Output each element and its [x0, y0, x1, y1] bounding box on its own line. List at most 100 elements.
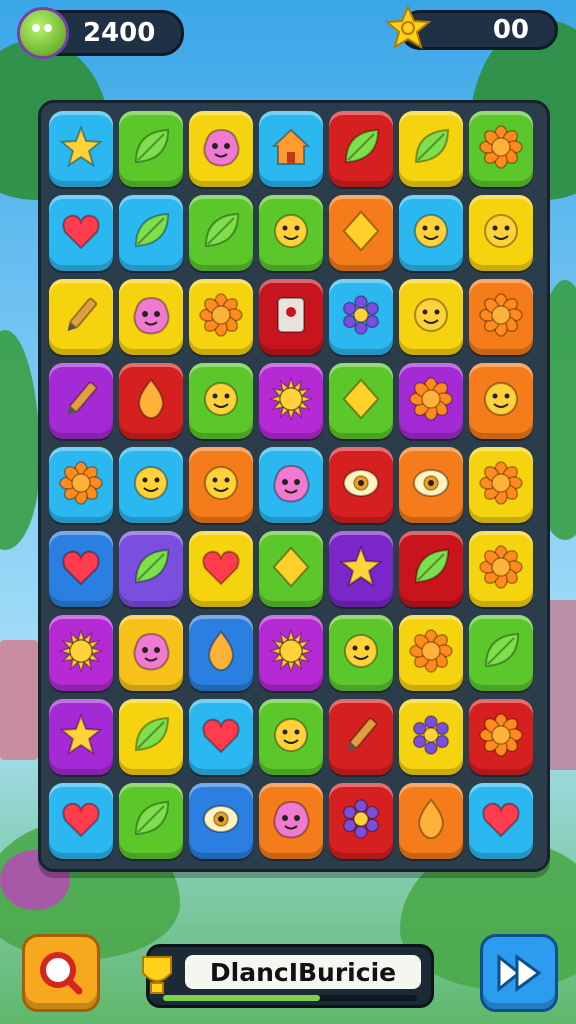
- tile-pencil[interactable]: [49, 279, 113, 355]
- tile-blob-face[interactable]: [119, 615, 183, 691]
- tile-smiley[interactable]: [399, 279, 463, 355]
- tile-drop[interactable]: [189, 615, 253, 691]
- tile-flower[interactable]: [399, 615, 463, 691]
- tile-blob-face[interactable]: [119, 279, 183, 355]
- tile-leaf[interactable]: [119, 195, 183, 271]
- drop-icon: [128, 376, 174, 426]
- frog-avatar-icon[interactable]: [17, 7, 69, 59]
- tile-grid: [49, 111, 533, 861]
- flower-icon: [58, 460, 104, 510]
- tile-leaf[interactable]: [469, 615, 533, 691]
- tile-flower[interactable]: [469, 699, 533, 775]
- tile-smiley[interactable]: [259, 699, 323, 775]
- tile-star[interactable]: [49, 111, 113, 187]
- tile-leaf[interactable]: [119, 699, 183, 775]
- tile-diamond[interactable]: [329, 195, 393, 271]
- leaf-icon: [338, 124, 384, 174]
- tile-smiley[interactable]: [399, 195, 463, 271]
- tile-leaf[interactable]: [329, 111, 393, 187]
- eye-icon: [338, 460, 384, 510]
- tile-flower[interactable]: [399, 363, 463, 439]
- sun-icon: [58, 628, 104, 678]
- tile-flower[interactable]: [189, 279, 253, 355]
- tile-eye[interactable]: [329, 447, 393, 523]
- smiley-icon: [128, 460, 174, 510]
- tile-heart[interactable]: [189, 699, 253, 775]
- tile-smiley[interactable]: [469, 363, 533, 439]
- tile-drop[interactable]: [399, 783, 463, 859]
- blob-face-icon: [268, 796, 314, 846]
- tile-leaf[interactable]: [399, 531, 463, 607]
- tile-heart[interactable]: [49, 195, 113, 271]
- tile-leaf[interactable]: [119, 783, 183, 859]
- tile-smiley[interactable]: [189, 363, 253, 439]
- tile-gear-flower[interactable]: [399, 699, 463, 775]
- progress-fill: [163, 995, 321, 1001]
- tile-blob-face[interactable]: [189, 111, 253, 187]
- tile-flower[interactable]: [469, 279, 533, 355]
- smiley-icon: [268, 712, 314, 762]
- skip-button[interactable]: [480, 934, 558, 1012]
- pencil-icon: [58, 292, 104, 342]
- tile-sun[interactable]: [259, 363, 323, 439]
- tile-blob-face[interactable]: [259, 447, 323, 523]
- tile-drop[interactable]: [119, 363, 183, 439]
- tile-eye[interactable]: [189, 783, 253, 859]
- tile-sun[interactable]: [49, 615, 113, 691]
- tile-leaf[interactable]: [119, 111, 183, 187]
- flower-icon: [478, 712, 524, 762]
- flower-icon: [478, 460, 524, 510]
- tile-flower[interactable]: [49, 447, 113, 523]
- tile-flower[interactable]: [469, 111, 533, 187]
- tile-flower[interactable]: [469, 531, 533, 607]
- tile-smiley[interactable]: [189, 447, 253, 523]
- heart-icon: [198, 544, 244, 594]
- tile-house[interactable]: [259, 111, 323, 187]
- tile-smiley[interactable]: [119, 447, 183, 523]
- tile-diamond[interactable]: [259, 531, 323, 607]
- tile-star[interactable]: [49, 699, 113, 775]
- star-icon: [58, 712, 104, 762]
- tile-leaf[interactable]: [189, 195, 253, 271]
- game-board: [38, 100, 550, 872]
- flower-icon: [478, 544, 524, 594]
- tile-diamond[interactable]: [329, 363, 393, 439]
- eye-icon: [408, 460, 454, 510]
- flower-icon: [408, 376, 454, 426]
- flower-icon: [198, 292, 244, 342]
- tile-gear-flower[interactable]: [329, 783, 393, 859]
- tile-heart[interactable]: [49, 783, 113, 859]
- gear-flower-icon: [408, 712, 454, 762]
- tile-leaf[interactable]: [399, 111, 463, 187]
- tile-pencil[interactable]: [329, 699, 393, 775]
- hint-button[interactable]: [22, 934, 100, 1012]
- stars-count: 00: [492, 15, 529, 45]
- tile-smiley[interactable]: [259, 195, 323, 271]
- tile-pencil[interactable]: [49, 363, 113, 439]
- smiley-icon: [478, 208, 524, 258]
- tile-heart[interactable]: [49, 531, 113, 607]
- eye-icon: [198, 796, 244, 846]
- tile-flower[interactable]: [469, 447, 533, 523]
- tile-heart[interactable]: [469, 783, 533, 859]
- tile-smiley[interactable]: [329, 615, 393, 691]
- tile-tag[interactable]: [259, 279, 323, 355]
- leaf-icon: [128, 208, 174, 258]
- drop-icon: [198, 628, 244, 678]
- pencil-icon: [58, 376, 104, 426]
- gear-flower-icon: [338, 796, 384, 846]
- smiley-icon: [408, 208, 454, 258]
- pencil-icon: [338, 712, 384, 762]
- tile-gear-flower[interactable]: [329, 279, 393, 355]
- leaf-icon: [128, 124, 174, 174]
- tile-heart[interactable]: [189, 531, 253, 607]
- blob-face-icon: [128, 628, 174, 678]
- tile-blob-face[interactable]: [259, 783, 323, 859]
- heart-icon: [198, 712, 244, 762]
- progress-track: [163, 995, 417, 1001]
- tile-eye[interactable]: [399, 447, 463, 523]
- tile-leaf[interactable]: [119, 531, 183, 607]
- tile-smiley[interactable]: [469, 195, 533, 271]
- tile-sun[interactable]: [259, 615, 323, 691]
- tile-star[interactable]: [329, 531, 393, 607]
